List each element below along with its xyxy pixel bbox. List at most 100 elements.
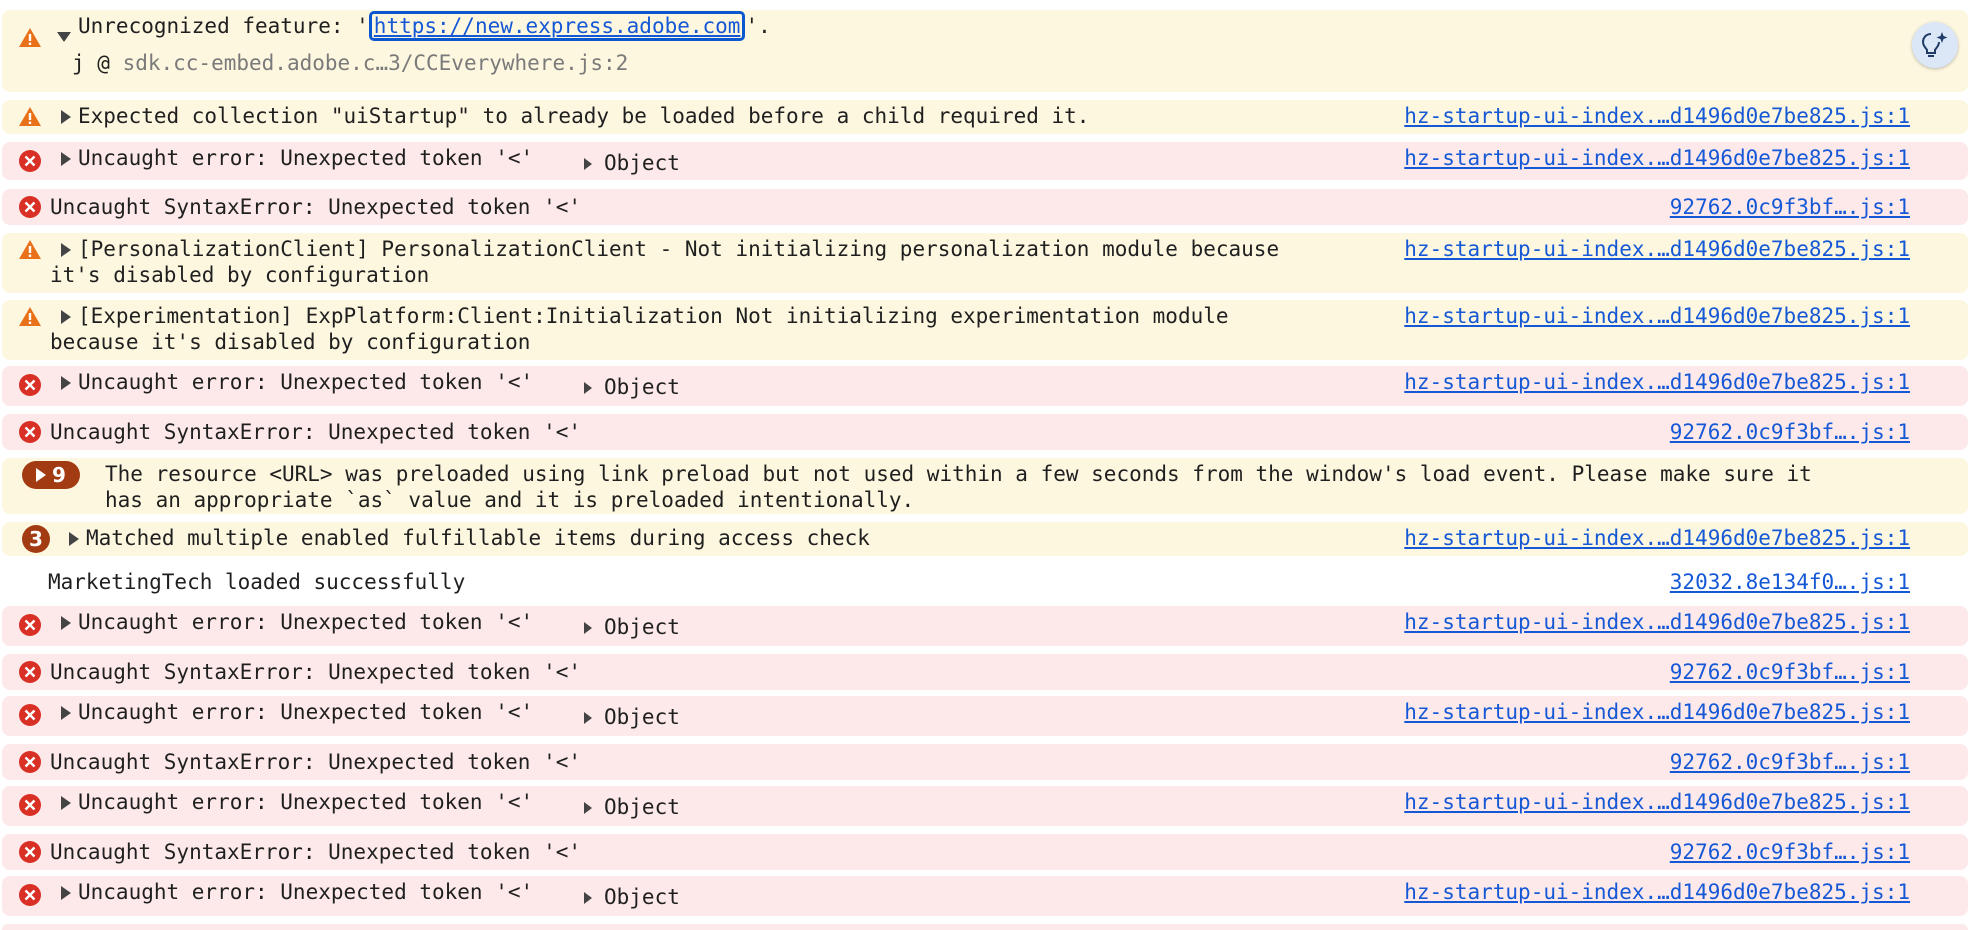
- expand-toggle-icon[interactable]: [61, 796, 71, 810]
- source-link[interactable]: 92762.0c9f3bf….js:1: [1670, 839, 1910, 865]
- message-text: Uncaught SyntaxError: Unexpected token '…: [50, 750, 582, 774]
- object-expand-icon[interactable]: [584, 802, 592, 814]
- stack-trace-line: j @ sdk.cc-embed.adobe.c…3/CCEverywhere.…: [72, 51, 629, 75]
- object-preview[interactable]: Object: [604, 884, 680, 910]
- error-icon: [18, 195, 42, 219]
- source-link[interactable]: hz-startup-ui-index.…d1496d0e7be825.js:1: [1404, 145, 1910, 171]
- error-icon: [18, 373, 42, 397]
- error-icon: [18, 793, 42, 817]
- source-link[interactable]: 32032.8e134f0….js:1: [1670, 569, 1910, 595]
- console-message-warning[interactable]: 3 Matched multiple enabled fulfillable i…: [2, 522, 1968, 556]
- error-icon: [18, 149, 42, 173]
- source-link[interactable]: 92762.0c9f3bf….js:1: [1670, 749, 1910, 775]
- expand-toggle-icon[interactable]: [61, 616, 71, 630]
- console-message-error[interactable]: Uncaught SyntaxError: Unexpected token '…: [2, 834, 1968, 870]
- object-expand-icon[interactable]: [584, 158, 592, 170]
- error-icon: [18, 613, 42, 637]
- console-messages: Unrecognized feature: ' https://new.expre…: [0, 0, 1978, 930]
- console-message-warning[interactable]: Expected collection "uiStartup" to alrea…: [2, 100, 1968, 134]
- message-text: Expected collection "uiStartup" to alrea…: [78, 104, 1090, 128]
- message-text: Unrecognized feature: ' https://new.expre…: [78, 11, 771, 41]
- message-text: Uncaught SyntaxError: Unexpected token '…: [50, 660, 582, 684]
- message-text: Uncaught error: Unexpected token '<': [78, 370, 534, 394]
- error-icon: [18, 840, 42, 864]
- message-text: MarketingTech loaded successfully: [48, 570, 466, 594]
- object-preview[interactable]: Object: [604, 704, 680, 730]
- warning-icon: [18, 26, 42, 50]
- error-icon: [18, 703, 42, 727]
- warning-icon: [18, 238, 42, 262]
- expand-toggle-icon[interactable]: [61, 152, 71, 166]
- expand-toggle-icon[interactable]: [61, 376, 71, 390]
- message-text-line-2: it's disabled by configuration: [50, 263, 430, 287]
- object-expand-icon[interactable]: [584, 712, 592, 724]
- message-text: Matched multiple enabled fulfillable ite…: [86, 526, 870, 550]
- error-icon: [18, 420, 42, 444]
- object-preview[interactable]: Object: [604, 150, 680, 176]
- object-expand-icon[interactable]: [584, 382, 592, 394]
- message-text: Uncaught error: Unexpected token '<': [78, 700, 534, 724]
- expand-toggle-icon[interactable]: [61, 110, 71, 124]
- message-text-line-1: [Experimentation] ExpPlatform:Client:Ini…: [78, 304, 1229, 328]
- warning-icon: [18, 305, 42, 329]
- message-text: Uncaught error: Unexpected token '<': [78, 880, 534, 904]
- message-text-line-2: has an appropriate `as` value and it is …: [105, 488, 915, 512]
- message-text: Uncaught SyntaxError: Unexpected token '…: [50, 195, 582, 219]
- source-link[interactable]: 92762.0c9f3bf….js:1: [1670, 419, 1910, 445]
- console-message-error[interactable]: Uncaught SyntaxError: Unexpected token '…: [2, 744, 1968, 780]
- console-message-warning[interactable]: [Experimentation] ExpPlatform:Client:Ini…: [2, 300, 1968, 360]
- console-message-info[interactable]: MarketingTech loaded successfully 32032.…: [2, 564, 1968, 600]
- source-link[interactable]: hz-startup-ui-index.…d1496d0e7be825.js:1: [1404, 369, 1910, 395]
- expand-toggle-icon[interactable]: [61, 706, 71, 720]
- source-link[interactable]: hz-startup-ui-index.…d1496d0e7be825.js:1: [1404, 789, 1910, 815]
- source-link[interactable]: hz-startup-ui-index.…d1496d0e7be825.js:1: [1404, 103, 1910, 129]
- console-message-error[interactable]: Uncaught SyntaxError: Unexpected token '…: [2, 189, 1968, 225]
- console-message-error[interactable]: Uncaught error: Unexpected token '<' Obj…: [2, 142, 1968, 180]
- expand-toggle-icon[interactable]: [61, 310, 71, 324]
- message-text-line-1: The resource <URL> was preloaded using l…: [105, 462, 1812, 486]
- expand-toggle-icon: [36, 468, 47, 482]
- ai-insights-button[interactable]: [1912, 22, 1958, 68]
- console-message-error[interactable]: Uncaught error: Unexpected token '<' Obj…: [2, 696, 1968, 736]
- console-message-error[interactable]: Uncaught error: Unexpected token '<' Obj…: [2, 876, 1968, 916]
- object-expand-icon[interactable]: [584, 892, 592, 904]
- expand-toggle-icon[interactable]: [61, 243, 71, 257]
- object-preview[interactable]: Object: [604, 794, 680, 820]
- error-icon: [18, 660, 42, 684]
- console-message-error[interactable]: Uncaught error: Unexpected token '<' Obj…: [2, 606, 1968, 646]
- console-message-error[interactable]: Uncaught SyntaxError: Unexpected token '…: [2, 414, 1968, 450]
- object-expand-icon[interactable]: [584, 622, 592, 634]
- feature-link[interactable]: https://new.express.adobe.com: [368, 11, 746, 41]
- object-preview[interactable]: Object: [604, 614, 680, 640]
- repeat-count-badge[interactable]: 9: [22, 461, 80, 489]
- source-link[interactable]: 92762.0c9f3bf….js:1: [1670, 194, 1910, 220]
- source-link[interactable]: hz-startup-ui-index.…d1496d0e7be825.js:1: [1404, 699, 1910, 725]
- message-text-line-1: [PersonalizationClient] PersonalizationC…: [78, 237, 1280, 261]
- repeat-count-badge[interactable]: 3: [22, 525, 50, 553]
- message-text: Uncaught SyntaxError: Unexpected token '…: [50, 840, 582, 864]
- source-link[interactable]: hz-startup-ui-index.…d1496d0e7be825.js:1: [1404, 525, 1910, 551]
- console-message-warning[interactable]: 9 The resource <URL> was preloaded using…: [2, 458, 1968, 514]
- console-message-warning[interactable]: [PersonalizationClient] PersonalizationC…: [2, 233, 1968, 293]
- console-message-warning[interactable]: Unrecognized feature: ' https://new.expre…: [2, 10, 1968, 92]
- source-link[interactable]: hz-startup-ui-index.…d1496d0e7be825.js:1: [1404, 879, 1910, 905]
- console-message-error[interactable]: Uncaught SyntaxError: Unexpected token '…: [2, 654, 1968, 690]
- message-text: Uncaught error: Unexpected token '<': [78, 610, 534, 634]
- warning-icon: [18, 105, 42, 129]
- source-link[interactable]: hz-startup-ui-index.…d1496d0e7be825.js:1: [1404, 236, 1910, 262]
- message-text: Uncaught SyntaxError: Unexpected token '…: [50, 420, 582, 444]
- source-link[interactable]: hz-startup-ui-index.…d1496d0e7be825.js:1: [1404, 303, 1910, 329]
- expand-toggle-icon[interactable]: [61, 886, 71, 900]
- expand-toggle-icon[interactable]: [57, 32, 71, 42]
- object-preview[interactable]: Object: [604, 374, 680, 400]
- console-message-error[interactable]: Uncaught error: Unexpected token '<' Obj…: [2, 786, 1968, 826]
- stack-source-link[interactable]: sdk.cc-embed.adobe.c…3/CCEverywhere.js:2: [123, 51, 629, 75]
- lightbulb-sparkle-icon: [1921, 32, 1948, 57]
- message-text: Uncaught error: Unexpected token '<': [78, 790, 534, 814]
- source-link[interactable]: hz-startup-ui-index.…d1496d0e7be825.js:1: [1404, 609, 1910, 635]
- message-text: Uncaught error: Unexpected token '<': [78, 146, 534, 170]
- console-message-error[interactable]: Uncaught error: Unexpected token '<' Obj…: [2, 366, 1968, 406]
- console-message-error[interactable]: [2, 924, 1968, 930]
- source-link[interactable]: 92762.0c9f3bf….js:1: [1670, 659, 1910, 685]
- expand-toggle-icon[interactable]: [69, 532, 79, 546]
